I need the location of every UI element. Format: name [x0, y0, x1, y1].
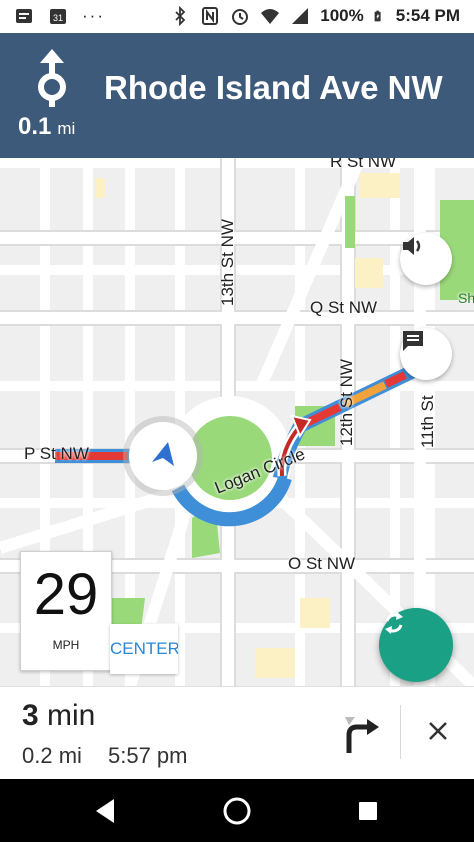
next-street-name: Rhode Island Ave NW: [104, 69, 443, 106]
distance-value: 0.1: [18, 113, 52, 140]
eta-minutes-unit: min: [47, 699, 96, 732]
clock: 5:54 PM: [395, 6, 460, 25]
bluetooth-icon: [175, 6, 186, 26]
street-label-13th-st: 13th St NW: [218, 219, 237, 306]
chat-icon: [403, 331, 423, 351]
speaker-icon: [403, 237, 421, 255]
eta-duration: 3 min: [22, 699, 95, 733]
speedometer: 29 MPH: [20, 551, 112, 671]
home-icon[interactable]: [221, 795, 253, 827]
trip-summary[interactable]: 3 min 0.2 mi 5:57 pm: [0, 686, 474, 780]
speed-value: 29: [33, 562, 99, 627]
maneuver-distance: 0.1 mi: [18, 113, 75, 141]
battery-charging-icon: [374, 10, 381, 22]
remaining-distance: 0.2 mi: [22, 743, 82, 768]
map-view[interactable]: R St NW 13th St NW Q St NW 12th St NW 11…: [0, 158, 474, 686]
recenter-button[interactable]: CENTER: [110, 624, 178, 674]
street-label-11th-st: 11th St: [418, 395, 437, 448]
calendar-icon: 31: [50, 9, 66, 24]
navigation-header[interactable]: 0.1 mi Rhode Island Ave NW: [0, 33, 474, 158]
distance-unit: mi: [57, 119, 76, 138]
reroute-button[interactable]: [379, 608, 453, 682]
more-notifications-icon: ···: [82, 6, 105, 25]
nfc-icon: [202, 7, 219, 25]
street-label-p-st: P St NW: [24, 444, 89, 463]
street-label-o-st: O St NW: [288, 554, 356, 573]
poi-label-partial: Sh: [458, 290, 474, 306]
status-bar: 31 ··· 100% 5:54 PM: [0, 0, 474, 33]
divider: [400, 705, 401, 759]
battery-percent: 100%: [320, 6, 364, 25]
street-label-q-st: Q St NW: [310, 298, 378, 317]
street-label-r-st: R St NW: [330, 158, 397, 171]
street-label-12th-st: 12th St NW: [337, 359, 356, 446]
arrival-time: 5:57 pm: [108, 743, 188, 768]
system-nav-bar: [0, 779, 474, 842]
alarm-icon: [232, 9, 249, 25]
refresh-icon: [385, 612, 403, 634]
turn-right-icon[interactable]: [343, 711, 383, 753]
close-icon[interactable]: [420, 713, 456, 749]
wifi-icon: [261, 9, 280, 24]
calendar-day: 31: [53, 13, 63, 23]
eta-minutes: 3: [22, 699, 39, 732]
back-icon[interactable]: [90, 795, 122, 827]
roundabout-straight-icon: [38, 49, 66, 107]
recents-icon[interactable]: [352, 795, 384, 827]
message-icon: [16, 9, 32, 23]
signal-icon: [292, 8, 309, 24]
report-button[interactable]: [400, 328, 452, 380]
volume-button[interactable]: [400, 233, 452, 285]
speed-unit: MPH: [52, 638, 80, 652]
